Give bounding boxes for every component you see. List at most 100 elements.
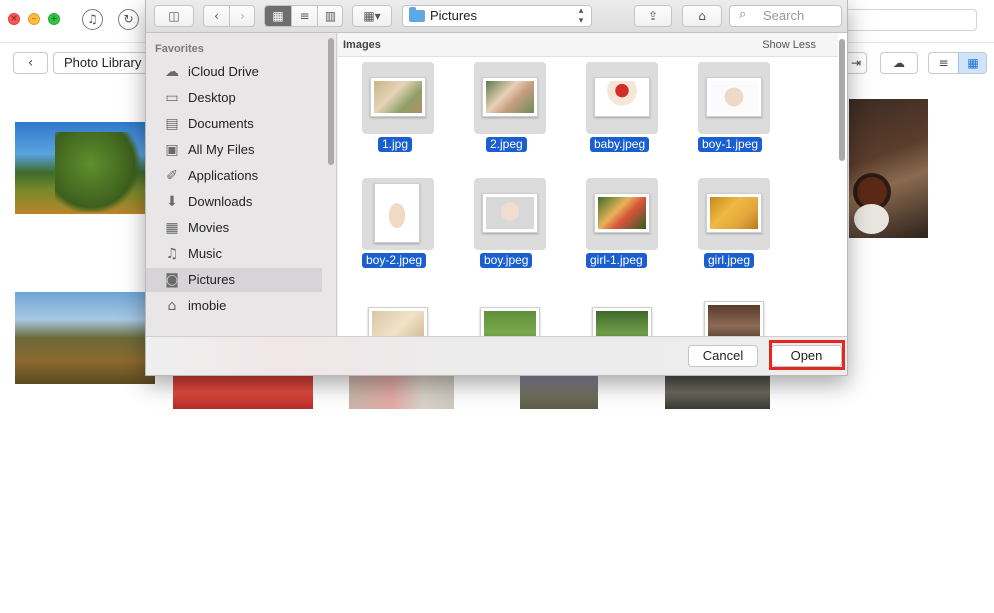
icon-view-button[interactable]: ▦ xyxy=(265,6,291,26)
section-header: Images Show Less xyxy=(338,33,838,57)
sidebar-item-downloads[interactable]: ⬇ Downloads xyxy=(146,190,322,214)
forward-button[interactable]: › xyxy=(229,6,254,26)
cancel-button[interactable]: Cancel xyxy=(688,345,758,367)
app-back-button[interactable]: ‹ xyxy=(13,52,48,74)
sidebar-item-documents[interactable]: ▤ Documents xyxy=(146,112,322,136)
food-photo[interactable] xyxy=(849,99,928,238)
show-less-link[interactable]: Show Less xyxy=(762,33,816,57)
screen: × – + ♫ ↻ ‹ Photo Library ⇥ ☁ ≡ ▦ ◫ ‹ › … xyxy=(0,0,994,613)
minimize-icon: – xyxy=(31,14,37,24)
chevron-left-icon: ‹ xyxy=(27,55,34,71)
lavender-photo[interactable] xyxy=(520,375,598,409)
sidebar-item-pictures[interactable]: ◙ Pictures xyxy=(146,268,322,292)
cloud-icon: ☁ xyxy=(165,64,179,80)
sidebar-item-movies[interactable]: ▦ Movies xyxy=(146,216,322,240)
itunes-button[interactable]: ♫ xyxy=(82,9,103,30)
sidebar-item-all-my-files[interactable]: ▣ All My Files xyxy=(146,138,322,162)
file-item[interactable] xyxy=(362,62,434,134)
rocks-photo[interactable] xyxy=(665,375,770,409)
search-field[interactable]: ⌕ Search xyxy=(729,5,842,27)
list-view-button[interactable]: ≡ xyxy=(291,6,317,26)
file-thumbnail xyxy=(374,183,420,243)
share-button[interactable]: ⇪ xyxy=(634,5,672,27)
file-thumbnail xyxy=(706,193,762,233)
file-item[interactable] xyxy=(362,178,434,250)
open-button-highlight xyxy=(769,340,845,370)
arrange-button[interactable]: ▦▾ xyxy=(352,5,392,27)
view-mode-toggle[interactable]: ≡ ▦ xyxy=(928,52,987,74)
chevron-left-icon: ‹ xyxy=(214,9,219,23)
import-button[interactable]: ⇥ xyxy=(845,52,867,74)
sidebar-item-icloud-drive[interactable]: ☁ iCloud Drive xyxy=(146,60,322,84)
list-view-icon[interactable]: ≡ xyxy=(929,53,958,73)
file-name[interactable]: boy-2.jpeg xyxy=(362,253,427,268)
column-view-button[interactable]: ▥ xyxy=(317,6,342,26)
file-thumbnail[interactable] xyxy=(368,307,428,336)
file-name[interactable]: boy-1.jpeg xyxy=(698,137,763,152)
file-thumbnail[interactable] xyxy=(480,307,540,336)
file-name[interactable]: baby.jpeg xyxy=(590,137,650,152)
file-thumbnail xyxy=(594,193,650,233)
content-scrollbar[interactable] xyxy=(839,39,845,161)
sidebar-toggle-button[interactable]: ◫ xyxy=(154,5,194,27)
applications-icon: ✐ xyxy=(166,168,178,184)
tag-icon: ⌂ xyxy=(698,9,706,23)
file-name[interactable]: girl.jpeg xyxy=(704,253,755,268)
file-name[interactable]: boy.jpeg xyxy=(480,253,533,268)
sidebar-item-label: Desktop xyxy=(188,90,236,105)
downloads-icon: ⬇ xyxy=(166,194,178,210)
file-name[interactable]: girl-1.jpeg xyxy=(586,253,647,268)
open-file-dialog: ◫ ‹ › ▦ ≡ ▥ ▦▾ Pictures ▴▾ ⇪ ⌂ ⌕ Search xyxy=(145,0,848,376)
upload-cloud-button[interactable]: ☁ xyxy=(880,52,918,74)
import-icon: ⇥ xyxy=(850,56,862,70)
bag-photo[interactable] xyxy=(349,375,454,409)
file-item[interactable] xyxy=(474,62,546,134)
location-popup[interactable]: Pictures ▴ ▾ xyxy=(402,5,592,27)
file-item[interactable] xyxy=(698,62,770,134)
file-thumbnail[interactable] xyxy=(704,301,764,336)
file-item[interactable] xyxy=(698,178,770,250)
grid-view-icon[interactable]: ▦ xyxy=(958,53,986,73)
close-window-button[interactable]: × xyxy=(8,13,20,25)
tags-button[interactable]: ⌂ xyxy=(682,5,722,27)
file-thumbnail xyxy=(594,77,650,117)
sidebar-item-imobie[interactable]: ⌂ imobie xyxy=(146,294,322,318)
file-item[interactable] xyxy=(474,178,546,250)
location-label: Pictures xyxy=(430,8,477,23)
sidebar-scrollbar[interactable] xyxy=(328,38,334,165)
file-item[interactable] xyxy=(586,178,658,250)
refresh-icon: ↻ xyxy=(123,12,134,26)
search-icon: ⌕ xyxy=(739,7,747,22)
close-icon: × xyxy=(10,14,18,24)
sidebar-item-applications[interactable]: ✐ Applications xyxy=(146,164,322,188)
file-thumbnail xyxy=(482,193,538,233)
file-thumbnail[interactable] xyxy=(592,307,652,336)
file-name[interactable]: 1.jpg xyxy=(378,137,413,152)
sidebar-item-label: All My Files xyxy=(188,142,255,157)
arrange-icon: ▦▾ xyxy=(363,9,381,23)
file-thumbnail xyxy=(370,77,426,117)
flowers-photo[interactable] xyxy=(173,375,313,409)
file-name[interactable]: 2.jpeg xyxy=(486,137,527,152)
mountain-photo[interactable] xyxy=(15,292,155,384)
music-note-icon: ♫ xyxy=(87,12,98,26)
app-search-field[interactable] xyxy=(842,9,977,31)
sidebar-item-label: Applications xyxy=(188,168,259,183)
grid-icon: ▦ xyxy=(272,9,284,23)
back-button[interactable]: ‹ xyxy=(204,6,229,26)
file-item[interactable] xyxy=(586,62,658,134)
history-nav: ‹ › xyxy=(203,5,255,27)
refresh-button[interactable]: ↻ xyxy=(118,9,139,30)
sidebar-item-label: Music xyxy=(188,246,222,261)
sidebar-item-label: imobie xyxy=(188,298,227,313)
minimize-window-button[interactable]: – xyxy=(28,13,40,25)
zoom-window-button[interactable]: + xyxy=(48,13,60,25)
home-icon: ⌂ xyxy=(167,298,177,314)
forest-photo[interactable] xyxy=(15,122,163,214)
photo-library-breadcrumb[interactable]: Photo Library xyxy=(53,52,153,74)
cloud-upload-icon: ☁ xyxy=(893,56,905,70)
desktop-icon: ▭ xyxy=(165,90,179,106)
sidebar-item-music[interactable]: ♫ Music xyxy=(146,242,322,266)
popup-arrows-icon: ▴ ▾ xyxy=(578,6,584,26)
sidebar-item-desktop[interactable]: ▭ Desktop xyxy=(146,86,322,110)
